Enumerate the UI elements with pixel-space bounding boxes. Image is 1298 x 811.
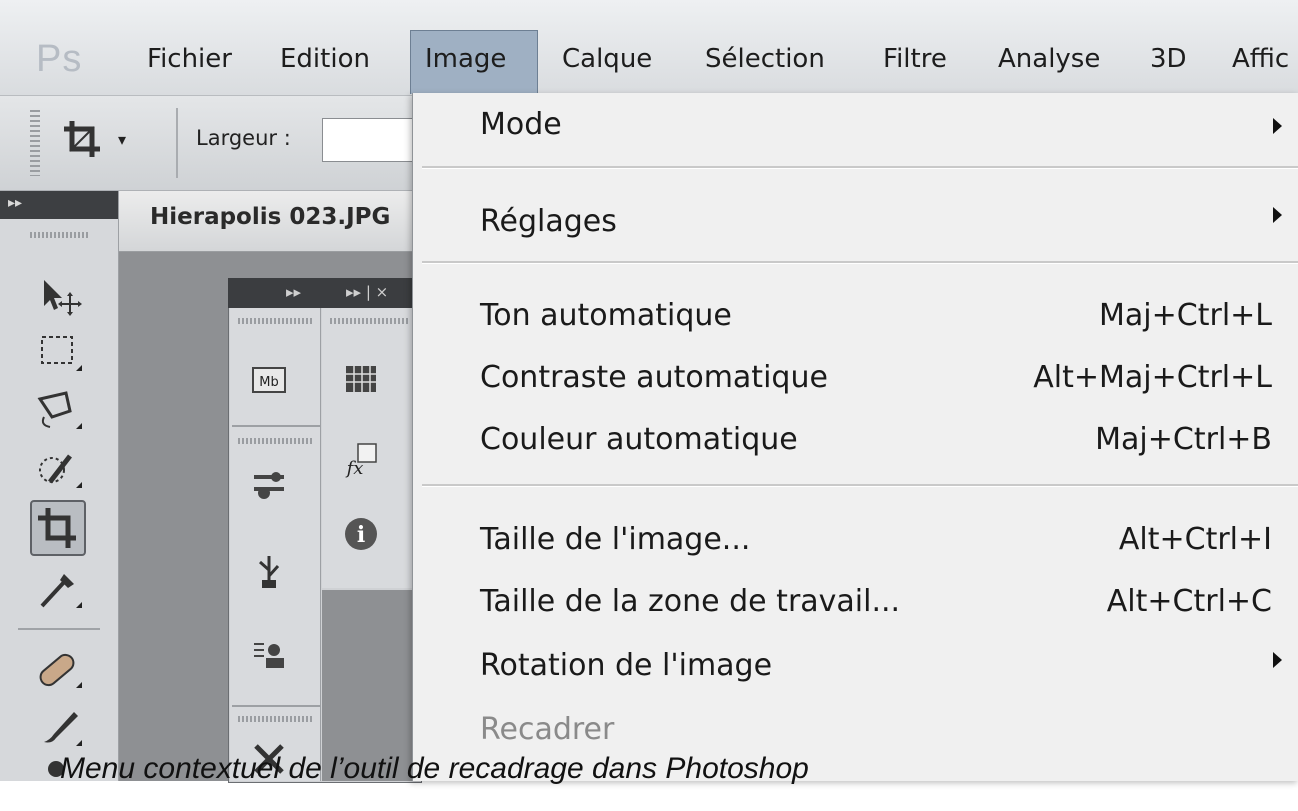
divider bbox=[232, 705, 320, 707]
menu-item-mode[interactable]: Mode bbox=[480, 103, 562, 147]
panel-grip[interactable] bbox=[238, 318, 312, 324]
menu-item-recadrer: Recadrer bbox=[480, 712, 615, 747]
menu-affichage[interactable]: Affic bbox=[1232, 30, 1289, 88]
document-title[interactable]: Hierapolis 023.JPG bbox=[150, 204, 418, 230]
menu-calque[interactable]: Calque bbox=[562, 30, 652, 88]
divider bbox=[176, 108, 178, 178]
menu-separator bbox=[422, 484, 1298, 487]
menu-separator bbox=[422, 166, 1298, 169]
quick-selection-tool-icon[interactable] bbox=[30, 442, 86, 498]
clone-source-icon[interactable] bbox=[250, 636, 288, 674]
collapse-icon[interactable]: ▸▸ bbox=[8, 195, 22, 211]
panel-grip[interactable] bbox=[238, 716, 312, 722]
marquee-tool-icon[interactable] bbox=[30, 325, 86, 381]
crop-tool-icon[interactable] bbox=[60, 117, 104, 161]
toolbox-header[interactable]: ▸▸ bbox=[0, 191, 118, 219]
menu-item-contraste-automatique[interactable]: Contraste automatique bbox=[480, 356, 828, 400]
shortcut-taille-image: Alt+Ctrl+I bbox=[1118, 522, 1272, 557]
eyedropper-tool-icon[interactable] bbox=[30, 562, 86, 618]
menu-separator bbox=[422, 261, 1298, 264]
menu-image[interactable]: Image bbox=[425, 30, 506, 88]
adjustments-icon[interactable] bbox=[250, 465, 288, 503]
largeur-label: Largeur : bbox=[196, 126, 291, 150]
svg-text:i: i bbox=[357, 522, 365, 548]
shortcut-taille-zone-travail: Alt+Ctrl+C bbox=[1106, 584, 1272, 619]
menu-item-rotation-image[interactable]: Rotation de l'image bbox=[480, 644, 772, 688]
shortcut-contraste-automatique: Alt+Maj+Ctrl+L bbox=[1033, 360, 1272, 395]
submenu-arrow-icon bbox=[1273, 652, 1282, 668]
move-tool-icon[interactable] bbox=[30, 268, 86, 324]
submenu-arrow-icon bbox=[1273, 118, 1282, 134]
lasso-tool-icon[interactable] bbox=[30, 383, 86, 439]
brush-tool-icon[interactable] bbox=[30, 700, 86, 756]
panel-grip[interactable] bbox=[238, 438, 312, 444]
usb-icon[interactable] bbox=[250, 552, 288, 590]
menu-fichier[interactable]: Fichier bbox=[147, 30, 232, 88]
menu-selection[interactable]: Sélection bbox=[705, 30, 825, 88]
options-bar-grip[interactable] bbox=[30, 110, 40, 176]
largeur-input[interactable] bbox=[322, 118, 422, 162]
menu-item-taille-zone-travail[interactable]: Taille de la zone de travail... bbox=[480, 580, 900, 624]
toolbox-grip[interactable] bbox=[30, 232, 90, 238]
menu-analyse[interactable]: Analyse bbox=[998, 30, 1100, 88]
panel-header[interactable]: ▸▸ ▸▸ | × bbox=[228, 278, 420, 308]
menu-item-ton-automatique[interactable]: Ton automatique bbox=[480, 294, 732, 338]
panel-close-icon[interactable]: ▸▸ | × bbox=[346, 283, 388, 301]
panel-grip[interactable] bbox=[330, 318, 410, 324]
crop-tool-icon bbox=[38, 508, 76, 548]
panel-collapse-icon[interactable]: ▸▸ bbox=[286, 283, 301, 301]
swatches-icon[interactable] bbox=[342, 360, 380, 398]
svg-text:fx: fx bbox=[345, 458, 364, 478]
shortcut-ton-automatique: Maj+Ctrl+L bbox=[1099, 298, 1272, 333]
menu-edition[interactable]: Edition bbox=[280, 30, 370, 88]
tool-preset-dropdown-icon[interactable]: ▾ bbox=[118, 130, 126, 149]
menu-filtre[interactable]: Filtre bbox=[883, 30, 947, 88]
submenu-arrow-icon bbox=[1273, 207, 1282, 223]
mini-bridge-icon[interactable]: Mb bbox=[250, 360, 288, 398]
menu-item-reglages[interactable]: Réglages bbox=[480, 200, 617, 244]
fx-styles-icon[interactable]: fx bbox=[342, 440, 380, 478]
crop-tool-selected[interactable] bbox=[30, 500, 86, 556]
svg-text:Mb: Mb bbox=[259, 375, 278, 390]
info-icon[interactable]: i bbox=[342, 515, 380, 553]
menu-item-couleur-automatique[interactable]: Couleur automatique bbox=[480, 418, 798, 462]
toolbox-divider bbox=[18, 628, 100, 630]
menu-3d[interactable]: 3D bbox=[1150, 30, 1187, 88]
healing-brush-tool-icon[interactable] bbox=[30, 642, 86, 698]
menu-item-taille-image[interactable]: Taille de l'image... bbox=[480, 518, 750, 562]
divider bbox=[232, 425, 320, 427]
shortcut-couleur-automatique: Maj+Ctrl+B bbox=[1095, 422, 1272, 457]
photoshop-logo: Ps bbox=[36, 38, 83, 80]
